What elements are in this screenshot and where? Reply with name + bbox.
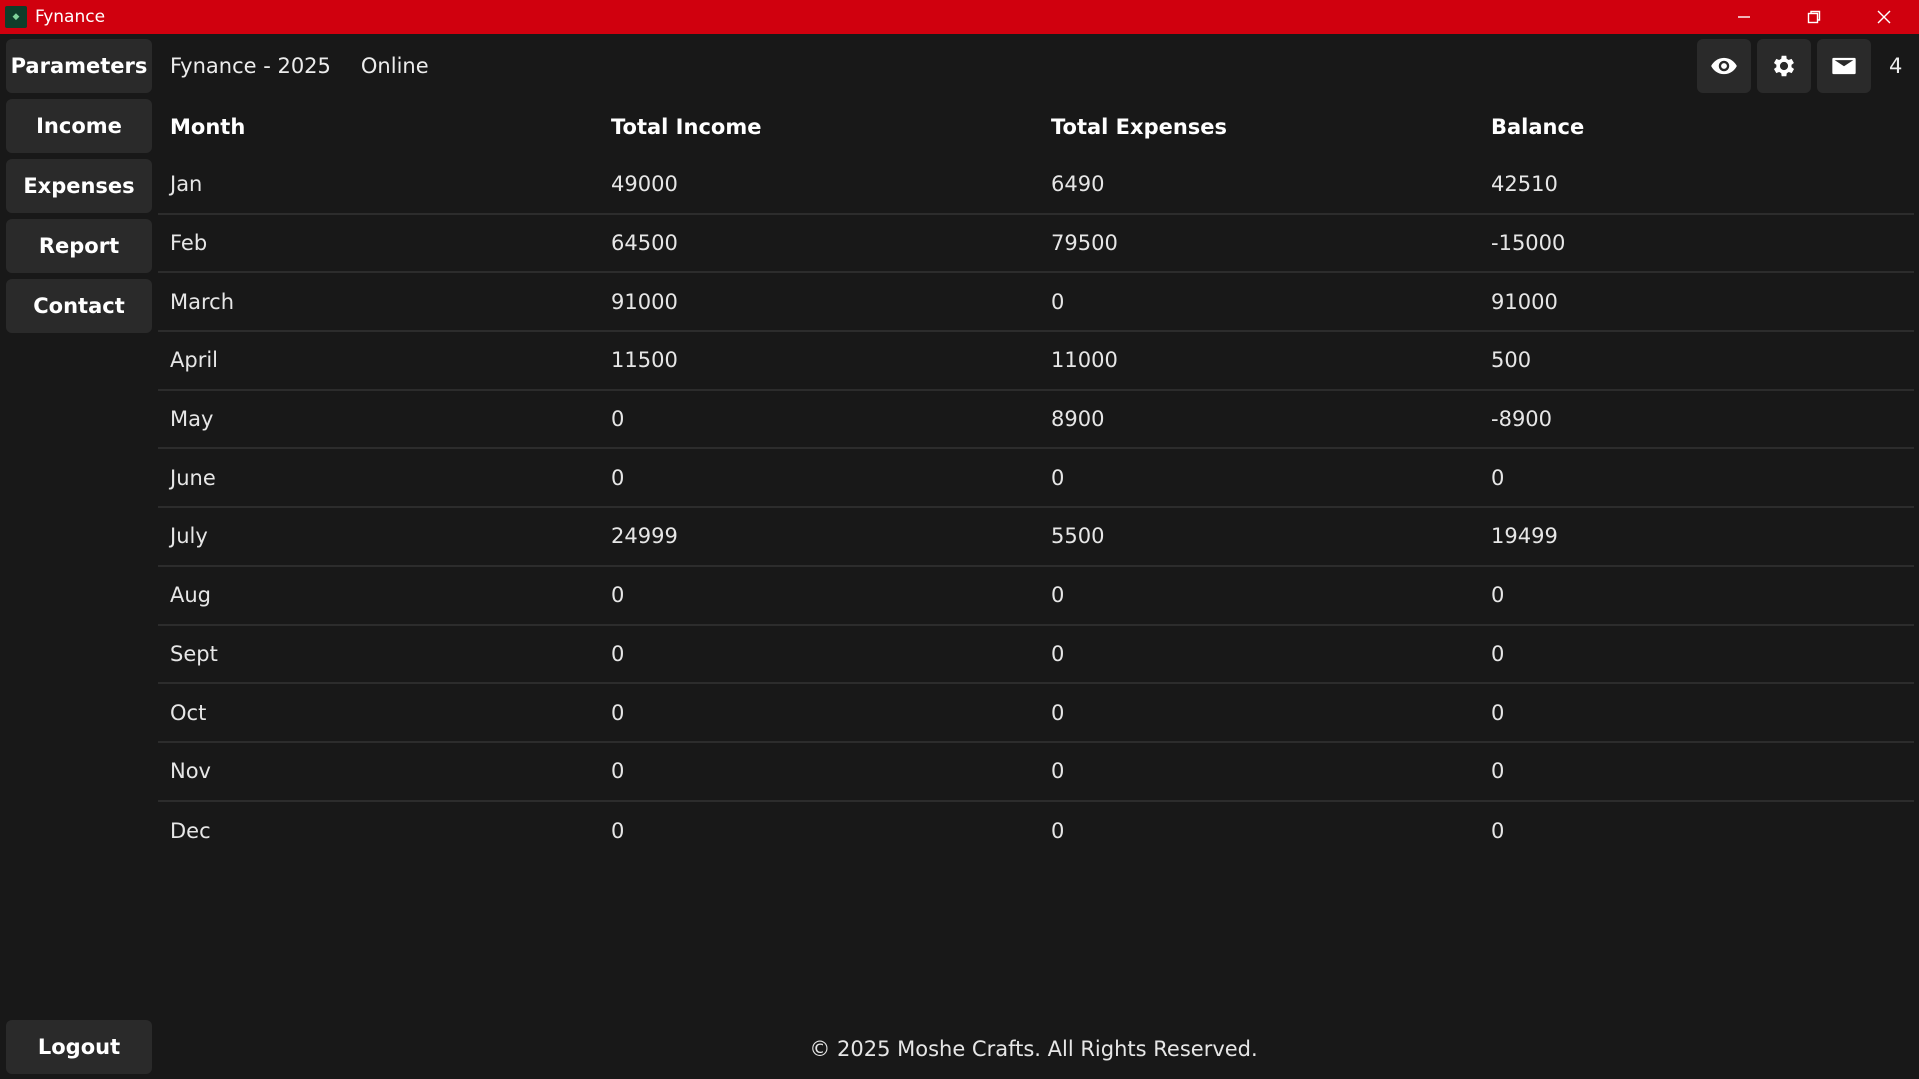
income-cell: 0 [611, 759, 625, 784]
table-row: Nov 0 0 0 [158, 743, 1914, 802]
window-title: Fynance [35, 7, 106, 27]
minimize-icon [1738, 16, 1750, 18]
month-cell: Sept [170, 641, 218, 666]
connection-status: Online [360, 54, 429, 78]
income-cell: 0 [611, 407, 625, 432]
table-row: May 0 8900 -8900 [158, 391, 1914, 450]
expenses-cell: 0 [1051, 641, 1065, 666]
eye-icon [1711, 57, 1737, 75]
table-row: April 11500 11000 500 [158, 332, 1914, 391]
income-cell: 0 [611, 465, 625, 490]
income-cell: 64500 [611, 231, 678, 256]
income-cell: 24999 [611, 524, 678, 549]
month-cell: Nov [170, 759, 211, 784]
notification-count: 4 [1889, 54, 1903, 78]
settings-button[interactable] [1757, 39, 1811, 93]
balance-cell: 500 [1491, 348, 1532, 373]
header: Fynance - 2025 Online 4 [158, 34, 1919, 98]
expenses-cell: 79500 [1051, 231, 1118, 256]
logout-button[interactable]: Logout [6, 1020, 152, 1074]
sidebar-item-expenses[interactable]: Expenses [6, 159, 152, 213]
app-logo-icon: ◆ [5, 6, 27, 28]
month-cell: June [170, 465, 216, 490]
month-cell: Aug [170, 583, 212, 608]
expenses-cell: 0 [1051, 465, 1065, 490]
column-header-total-income: Total Income [611, 115, 762, 139]
restore-button[interactable] [1779, 0, 1849, 34]
table-row: June 0 0 0 [158, 449, 1914, 509]
table-row: Sept 0 0 0 [158, 626, 1914, 685]
balance-cell: 0 [1491, 818, 1505, 843]
balance-cell: 0 [1491, 641, 1505, 666]
gear-icon [1773, 55, 1795, 77]
close-button[interactable] [1849, 0, 1919, 34]
table-row: Oct 0 0 0 [158, 684, 1914, 743]
expenses-cell: 0 [1051, 818, 1065, 843]
balance-cell: 0 [1491, 465, 1505, 490]
table-row: Dec 0 0 0 [158, 802, 1914, 861]
balance-cell: 0 [1491, 700, 1505, 725]
expenses-cell: 0 [1051, 289, 1065, 314]
table-header: Month Total Income Total Expenses Balanc… [158, 98, 1914, 156]
column-header-month: Month [170, 115, 246, 139]
income-cell: 0 [611, 818, 625, 843]
month-cell: April [170, 348, 218, 373]
month-cell: May [170, 407, 214, 432]
page-title: Fynance - 2025 [170, 54, 331, 78]
minimize-button[interactable] [1709, 0, 1779, 34]
restore-icon [1807, 10, 1821, 24]
table-body: Jan 49000 6490 42510 Feb 64500 79500 -15000 Marc… [158, 156, 1914, 860]
table-row: Aug 0 0 0 [158, 567, 1914, 626]
table-row: Jan 49000 6490 42510 [158, 156, 1914, 215]
messages-button[interactable] [1817, 39, 1871, 93]
expenses-cell: 0 [1051, 583, 1065, 608]
expenses-cell: 6490 [1051, 172, 1105, 197]
month-cell: July [170, 524, 208, 549]
month-cell: Dec [170, 818, 211, 843]
expenses-cell: 0 [1051, 759, 1065, 784]
header-actions: 4 [1697, 38, 1919, 94]
income-cell: 49000 [611, 172, 678, 197]
sidebar-item-parameters[interactable]: Parameters [6, 39, 152, 93]
income-cell: 0 [611, 700, 625, 725]
expenses-cell: 0 [1051, 700, 1065, 725]
balance-cell: -8900 [1491, 407, 1553, 432]
month-cell: Oct [170, 700, 207, 725]
expenses-cell: 8900 [1051, 407, 1105, 432]
sidebar-item-report[interactable]: Report [6, 219, 152, 273]
month-cell: March [170, 289, 235, 314]
income-cell: 0 [611, 583, 625, 608]
month-cell: Jan [170, 172, 203, 197]
balance-cell: 42510 [1491, 172, 1558, 197]
balance-cell: 0 [1491, 583, 1505, 608]
sidebar-item-contact[interactable]: Contact [6, 279, 152, 333]
mail-icon [1832, 57, 1856, 75]
balance-cell: 19499 [1491, 524, 1558, 549]
close-icon [1877, 10, 1891, 24]
sidebar: Parameters Income Expenses Report Contac… [0, 34, 158, 1079]
sidebar-item-income[interactable]: Income [6, 99, 152, 153]
monthly-summary-table: Month Total Income Total Expenses Balanc… [158, 98, 1914, 860]
expenses-cell: 5500 [1051, 524, 1105, 549]
income-cell: 91000 [611, 289, 678, 314]
balance-cell: -15000 [1491, 231, 1566, 256]
expenses-cell: 11000 [1051, 348, 1118, 373]
income-cell: 11500 [611, 348, 678, 373]
table-row: Feb 64500 79500 -15000 [158, 215, 1914, 274]
column-header-total-expenses: Total Expenses [1051, 115, 1228, 139]
income-cell: 0 [611, 641, 625, 666]
window-controls [1709, 0, 1919, 34]
footer-copyright: © 2025 Moshe Crafts. All Rights Reserved… [809, 1037, 1258, 1061]
table-row: July 24999 5500 19499 [158, 508, 1914, 567]
balance-cell: 91000 [1491, 289, 1558, 314]
balance-cell: 0 [1491, 759, 1505, 784]
column-header-balance: Balance [1491, 115, 1585, 139]
visibility-button[interactable] [1697, 39, 1751, 93]
title-bar: ◆ Fynance [0, 0, 1919, 34]
month-cell: Feb [170, 231, 208, 256]
table-row: March 91000 0 91000 [158, 273, 1914, 333]
